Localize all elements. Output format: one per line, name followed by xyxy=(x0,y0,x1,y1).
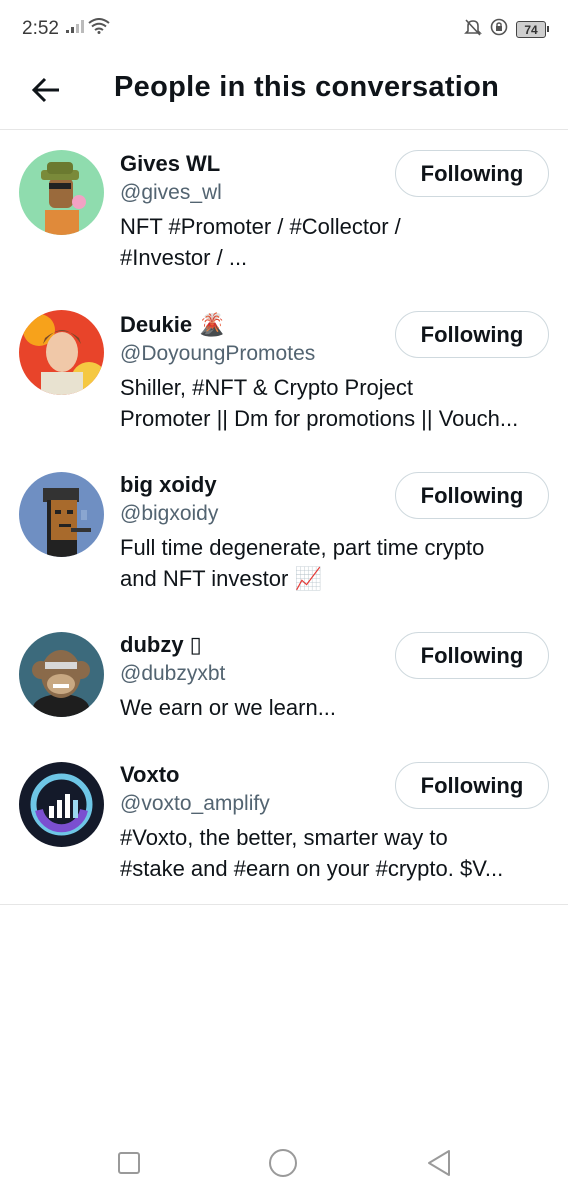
home-circle-icon xyxy=(268,1148,298,1183)
bio-line: Shiller, #NFT & Crypto Project xyxy=(120,375,414,400)
avatar[interactable] xyxy=(19,150,104,235)
wifi-icon xyxy=(88,18,110,39)
person-bio: NFT #Promoter / #Collector / #Investor /… xyxy=(120,211,552,273)
status-left-icons xyxy=(66,18,110,39)
person-name[interactable]: Gives WL xyxy=(120,151,220,177)
following-button[interactable]: Following xyxy=(395,632,549,679)
back-button[interactable] xyxy=(26,72,66,112)
status-time: 2:52 xyxy=(22,18,59,39)
signal-icon xyxy=(66,19,84,38)
person-handle[interactable]: @DoyoungPromotes xyxy=(120,342,315,366)
home-button[interactable] xyxy=(266,1148,300,1182)
following-button[interactable]: Following xyxy=(395,472,549,519)
person-bio: #Voxto, the better, smarter way to #stak… xyxy=(120,822,552,884)
person-bio: Shiller, #NFT & Crypto Project Promoter … xyxy=(120,372,552,434)
bio-line: and NFT investor 📈 xyxy=(120,566,322,591)
avatar[interactable] xyxy=(19,762,104,847)
person-handle[interactable]: @dubzyxbt xyxy=(120,662,225,686)
mute-bell-icon xyxy=(464,18,482,41)
bio-line: We earn or we learn... xyxy=(120,695,337,720)
system-nav-bar xyxy=(0,1130,568,1200)
bio-line: NFT #Promoter / #Collector / xyxy=(120,214,401,239)
person-name[interactable]: big xoidy xyxy=(120,472,217,498)
person-bio: We earn or we learn... xyxy=(120,692,552,723)
avatar[interactable] xyxy=(19,472,104,557)
status-right-icons: 74 xyxy=(464,18,549,41)
status-bar: 2:52 74 xyxy=(0,0,568,60)
data-saver-icon xyxy=(490,18,508,41)
following-button[interactable]: Following xyxy=(395,150,549,197)
person-bio: Full time degenerate, part time crypto a… xyxy=(120,532,552,594)
person-handle[interactable]: @gives_wl xyxy=(120,181,222,205)
back-triangle-icon xyxy=(426,1149,452,1182)
recents-square-icon xyxy=(117,1151,141,1180)
list-item[interactable]: Gives WL @gives_wl NFT #Promoter / #Coll… xyxy=(0,131,568,296)
avatar[interactable] xyxy=(19,310,104,395)
list-item[interactable]: Voxto @voxto_amplify #Voxto, the better,… xyxy=(0,746,568,905)
person-name[interactable]: dubzy ▯ xyxy=(120,632,202,658)
system-back-button[interactable] xyxy=(422,1148,456,1182)
bio-line: Full time degenerate, part time crypto xyxy=(120,535,485,560)
list-item[interactable]: Deukie 🌋 @DoyoungPromotes Shiller, #NFT … xyxy=(0,296,568,456)
bio-line: #Voxto, the better, smarter way to xyxy=(120,825,448,850)
page-title: People in this conversation xyxy=(114,71,500,103)
person-handle[interactable]: @voxto_amplify xyxy=(120,792,270,816)
list-item[interactable]: big xoidy @bigxoidy Full time degenerate… xyxy=(0,456,568,616)
recents-button[interactable] xyxy=(112,1148,146,1182)
bio-line: #stake and #earn on your #crypto. $V... xyxy=(120,856,504,881)
person-name[interactable]: Deukie 🌋 xyxy=(120,312,226,338)
following-button[interactable]: Following xyxy=(395,311,549,358)
following-button[interactable]: Following xyxy=(395,762,549,809)
bio-line: Promoter || Dm for promotions || Vouch..… xyxy=(120,406,519,431)
battery-icon: 74 xyxy=(516,21,549,38)
bio-line: #Investor / ... xyxy=(120,245,248,270)
avatar[interactable] xyxy=(19,632,104,717)
person-name[interactable]: Voxto xyxy=(120,762,179,788)
person-handle[interactable]: @bigxoidy xyxy=(120,502,218,526)
list-item[interactable]: dubzy ▯ @dubzyxbt We earn or we learn...… xyxy=(0,616,568,746)
arrow-left-icon xyxy=(31,77,61,108)
people-list: Gives WL @gives_wl NFT #Promoter / #Coll… xyxy=(0,131,568,905)
header: People in this conversation xyxy=(0,60,568,130)
